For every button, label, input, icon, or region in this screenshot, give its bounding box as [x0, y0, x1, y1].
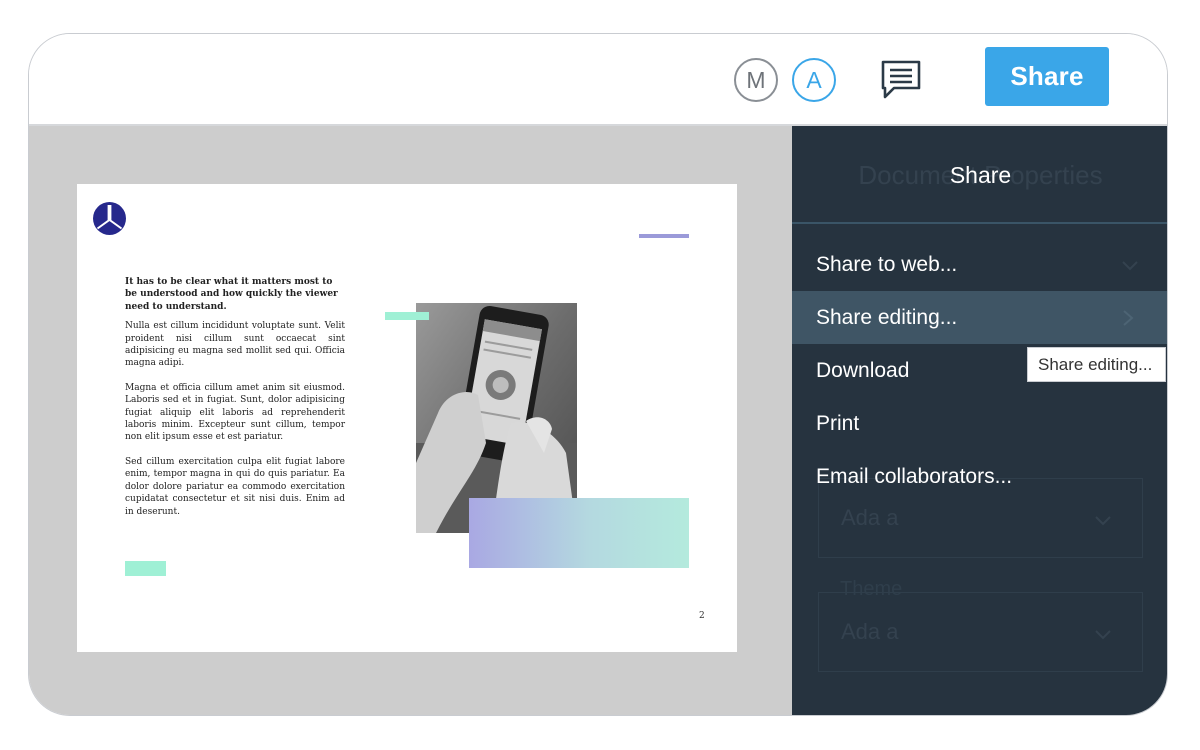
- ghost-dropdown-value: Ada a: [841, 505, 899, 530]
- chevron-down-icon: [1095, 630, 1111, 640]
- gradient-block: [469, 498, 689, 568]
- accent-line: [639, 234, 689, 238]
- comment-icon[interactable]: [879, 58, 923, 102]
- panel-title: Share: [949, 162, 1012, 188]
- avatar-a[interactable]: A: [792, 58, 836, 102]
- menu-share-to-web[interactable]: Share to web...: [792, 238, 1167, 291]
- page-number: 2: [699, 611, 705, 621]
- text-paragraph: Nulla est cillum incididunt voluptate su…: [125, 321, 345, 369]
- text-paragraph: Sed cillum exercitation culpa elit fugia…: [125, 456, 345, 517]
- avatar-m[interactable]: M: [734, 58, 778, 102]
- menu-print[interactable]: Print: [792, 397, 1167, 450]
- panel-divider: [792, 222, 1167, 224]
- app-window: M A Share It has to be clear what it mat…: [28, 33, 1168, 716]
- menu-share-editing[interactable]: Share editing...: [792, 291, 1167, 344]
- share-button[interactable]: Share: [985, 47, 1109, 106]
- text-heading: It has to be clear what it matters most …: [125, 277, 338, 312]
- chevron-down-icon: [1095, 516, 1111, 526]
- accent-block: [125, 561, 166, 576]
- menu-share-editing-label: Share editing...: [816, 306, 958, 329]
- chevron-right-icon: [1123, 310, 1134, 326]
- document-page[interactable]: It has to be clear what it matters most …: [77, 184, 737, 652]
- document-canvas[interactable]: It has to be clear what it matters most …: [29, 126, 792, 715]
- avatar-initial: A: [806, 66, 822, 93]
- body-text: It has to be clear what it matters most …: [125, 276, 345, 530]
- share-panel: Document Properties Share Ada a Theme Ad…: [792, 126, 1167, 715]
- accent-bar: [385, 312, 429, 320]
- ghost-dropdown-value: Ada a: [841, 619, 899, 644]
- menu-email-collaborators[interactable]: Email collaborators...: [792, 450, 1167, 503]
- ghost-dropdown: Ada a: [818, 592, 1143, 672]
- text-paragraph: Magna et officia cillum amet anim sit ei…: [125, 382, 345, 443]
- avatar-initial: M: [746, 66, 766, 93]
- brand-logo-icon: [92, 201, 127, 236]
- top-toolbar: M A Share: [29, 34, 1167, 126]
- tooltip: Share editing...: [1027, 347, 1166, 382]
